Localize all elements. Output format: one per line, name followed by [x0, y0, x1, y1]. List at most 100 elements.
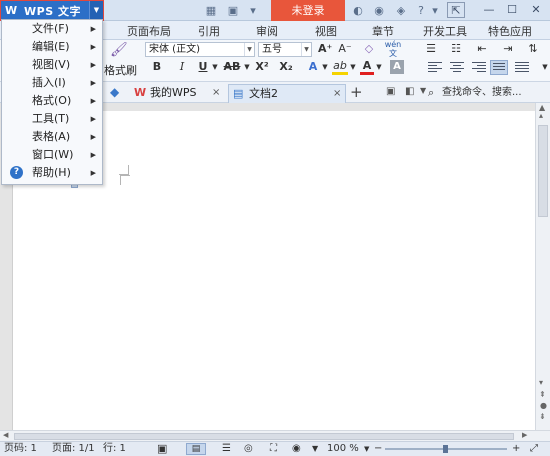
chevron-down-icon[interactable]: ▼ — [301, 43, 311, 56]
cloud-icon[interactable]: ◉ — [372, 4, 386, 17]
vertical-scrollbar[interactable]: ▲ ▴ ▾ ⇞ ● ⇟ — [535, 103, 550, 430]
menu-item-edit[interactable]: 编辑(E) ▶ — [2, 38, 102, 56]
chevron-down-icon[interactable]: ▼ — [244, 43, 254, 56]
skin-icon[interactable]: ▣ — [226, 4, 240, 17]
superscript-button[interactable]: X² — [252, 59, 272, 75]
grow-font-icon[interactable]: A⁺ — [318, 41, 332, 57]
previous-page-icon[interactable]: ⇞ — [539, 390, 546, 399]
login-button[interactable]: 未登录 — [271, 0, 345, 21]
scroll-up-icon[interactable]: ▴ — [539, 111, 543, 120]
chevron-down-icon[interactable]: ▼ — [211, 59, 219, 75]
wps-app-menu-button[interactable]: W WPS 文字 ▼ — [0, 0, 104, 21]
scroll-thumb[interactable] — [14, 433, 514, 440]
chevron-down-icon[interactable]: ▾ — [428, 4, 442, 17]
format-painter-icon[interactable]: 🖌 — [110, 42, 128, 58]
menu-item-format[interactable]: 格式(O) ▶ — [2, 92, 102, 110]
scroll-thumb[interactable] — [538, 125, 548, 217]
select-browse-object-icon[interactable]: ● — [540, 401, 547, 410]
horizontal-scrollbar[interactable]: ◀ ▶ — [0, 430, 550, 441]
phonetic-guide-icon[interactable]: wén 文 — [384, 40, 402, 58]
bold-button[interactable]: B — [150, 59, 164, 75]
numbered-list-icon[interactable]: ☷ — [448, 41, 464, 57]
chevron-down-icon[interactable]: ▼ — [349, 59, 357, 75]
close-icon[interactable]: × — [333, 85, 341, 102]
tab-view[interactable]: 视图 — [315, 23, 337, 39]
menu-item-help[interactable]: ? 帮助(H) ▶ — [2, 164, 102, 182]
zoom-level[interactable]: 100 % — [327, 442, 359, 456]
web-view-icon[interactable]: ◎ — [244, 442, 253, 456]
font-color-button[interactable]: A — [360, 59, 374, 75]
help-icon[interactable]: ? — [414, 4, 428, 17]
menu-item-file[interactable]: 文件(F) ▶ — [2, 20, 102, 38]
clear-format-icon[interactable]: ◇ — [362, 41, 376, 57]
tab-review[interactable]: 审阅 — [256, 23, 278, 39]
subscript-button[interactable]: X₂ — [276, 59, 296, 75]
page-view-icon[interactable]: ▤ — [186, 443, 206, 455]
tab-restore-icon[interactable]: ◧ — [405, 86, 414, 97]
chevron-down-icon[interactable]: ▼ — [89, 1, 103, 20]
reading-view-icon[interactable]: ▣ — [157, 442, 167, 456]
italic-button[interactable]: I — [175, 59, 189, 75]
menu-item-window[interactable]: 窗口(W) ▶ — [2, 146, 102, 164]
chevron-down-icon[interactable]: ▼ — [312, 442, 318, 456]
close-icon[interactable]: ✕ — [527, 2, 545, 18]
chevron-down-icon[interactable]: ▼ — [321, 59, 329, 75]
maximize-icon[interactable]: ☐ — [503, 2, 521, 18]
sort-icon[interactable]: ⇅ — [525, 41, 541, 57]
outline-view-icon[interactable]: ☰ — [222, 442, 231, 456]
scroll-right-icon[interactable]: ▶ — [522, 431, 527, 439]
menu-item-view[interactable]: 视图(V) ▶ — [2, 56, 102, 74]
cube-icon[interactable]: ◆ — [110, 85, 119, 99]
char-shading-button[interactable]: A — [390, 60, 404, 74]
bullet-list-icon[interactable]: ☰ — [423, 41, 439, 57]
menu-item-tools[interactable]: 工具(T) ▶ — [2, 110, 102, 128]
full-screen-icon[interactable]: ⛶ — [270, 442, 277, 456]
align-right-icon[interactable] — [472, 62, 486, 74]
increase-indent-icon[interactable]: ⇥ — [500, 41, 516, 57]
format-painter-label[interactable]: 格式刷 — [104, 62, 137, 78]
tab-list-icon[interactable]: ▣ — [386, 86, 395, 97]
doc-tab-my-wps[interactable]: W 我的WPS × — [130, 84, 225, 103]
tab-developer[interactable]: 开发工具 — [423, 23, 467, 39]
tab-special-apps[interactable]: 特色应用 — [488, 23, 532, 39]
justify-icon[interactable] — [490, 60, 508, 75]
doc-tab-document2[interactable]: ▤ 文档2 × — [228, 84, 346, 103]
chevron-down-icon[interactable]: ▼ — [243, 59, 251, 75]
fit-page-icon[interactable]: ⤢ — [530, 442, 538, 456]
feedback-icon[interactable]: ◈ — [394, 4, 408, 17]
next-page-icon[interactable]: ⇟ — [539, 412, 546, 421]
font-size-select[interactable]: 五号 ▼ — [258, 42, 312, 57]
zoom-slider-thumb[interactable] — [443, 445, 448, 453]
strikethrough-button[interactable]: AB — [222, 59, 242, 75]
chevron-down-icon[interactable]: ▼ — [541, 59, 549, 75]
distributed-align-icon[interactable] — [515, 62, 529, 74]
align-center-icon[interactable] — [450, 62, 464, 74]
font-name-select[interactable]: 宋体 (正文) ▼ — [145, 42, 255, 57]
text-effect-button[interactable]: A — [306, 59, 320, 75]
tab-references[interactable]: 引用 — [198, 23, 220, 39]
dropdown-icon[interactable]: ▾ — [246, 4, 260, 17]
menu-item-table[interactable]: 表格(A) ▶ — [2, 128, 102, 146]
chevron-down-icon[interactable]: ▼ — [375, 59, 383, 75]
shrink-font-icon[interactable]: A⁻ — [338, 41, 352, 57]
chevron-down-icon[interactable]: ▼ — [364, 442, 369, 456]
zoom-in-icon[interactable]: + — [512, 442, 520, 456]
underline-button[interactable]: U — [196, 59, 210, 75]
tab-chapter[interactable]: 章节 — [372, 23, 394, 39]
eye-protect-icon[interactable]: ◉ — [292, 442, 301, 456]
decrease-indent-icon[interactable]: ⇤ — [474, 41, 490, 57]
align-left-icon[interactable] — [428, 62, 442, 74]
scroll-down-icon[interactable]: ▾ — [539, 378, 543, 387]
zoom-out-icon[interactable]: − — [374, 442, 382, 456]
theme-icon[interactable]: ◐ — [351, 4, 365, 17]
highlight-button[interactable]: ab — [332, 59, 348, 75]
scroll-left-icon[interactable]: ◀ — [3, 431, 8, 439]
add-tab-icon[interactable]: + — [350, 83, 363, 101]
minimize-icon[interactable]: — — [480, 2, 498, 18]
window-tile-icon[interactable]: ▦ — [204, 4, 218, 17]
command-search-input[interactable]: ⌕ 查找命令、搜索... — [428, 85, 538, 100]
tab-page-layout[interactable]: 页面布局 — [127, 23, 171, 39]
menu-item-insert[interactable]: 插入(I) ▶ — [2, 74, 102, 92]
close-icon[interactable]: × — [212, 84, 220, 101]
chevron-down-icon[interactable]: ▼ — [420, 86, 426, 95]
